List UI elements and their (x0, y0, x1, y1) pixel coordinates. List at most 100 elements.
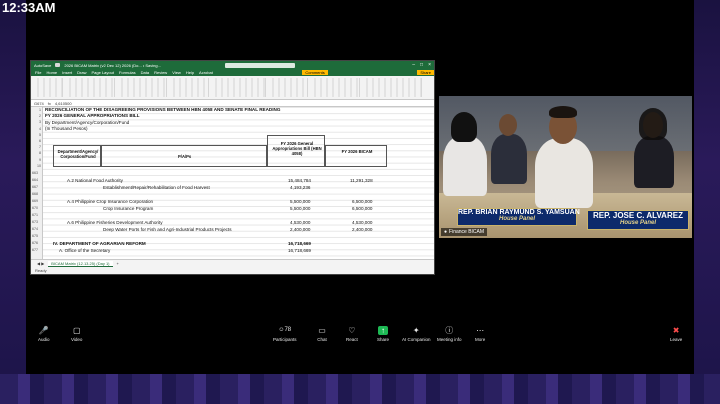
video-label-text: Finance BICAM (449, 229, 485, 235)
table-row[interactable]: 675 (31, 234, 434, 241)
ribbon-group-clipboard[interactable] (33, 78, 63, 97)
audio-button[interactable]: 🎤 Audio (38, 326, 50, 342)
row-number: 670 (32, 206, 38, 210)
shared-excel-window: AutoSave 2026 BICAM Matrix (v2 Dec 12) 2… (30, 60, 435, 275)
cell-gab: 16,718,669 (288, 248, 311, 253)
cell-gab: 16,718,669 (288, 241, 311, 246)
cell-pap: Crop Insurance Program (103, 206, 154, 211)
table-row[interactable]: 667 Establishment/Repair/Rehabilitation … (31, 185, 434, 192)
ribbon-group-cells[interactable] (268, 78, 308, 97)
formula-bar: G674 fx 4,610500 (31, 100, 434, 107)
header-cell-dept: Department/Agency/ Corporation/Fund (53, 145, 101, 167)
table-row[interactable]: 676 IV. DEPARTMENT OF AGRARIAN REFORM 16… (31, 241, 434, 248)
table-row[interactable]: 674 Deep Water Ports for Fish and Agri-I… (31, 227, 434, 234)
row-number: 674 (32, 227, 38, 231)
menu-draw[interactable]: Draw (77, 70, 86, 75)
ai-companion-label: AI Companion (402, 337, 431, 342)
menu-insert[interactable]: Insert (62, 70, 72, 75)
menu-file[interactable]: File (35, 70, 41, 75)
menu-home[interactable]: Home (46, 70, 57, 75)
menu-page-layout[interactable]: Page Layout (91, 70, 113, 75)
sparkle-icon: ✦ (412, 326, 420, 335)
more-button[interactable]: ⋯ More (475, 326, 485, 342)
nameplate-name: REP. JOSE C. ALVAREZ (593, 211, 683, 220)
menu-review[interactable]: Review (154, 70, 167, 75)
chat-icon: ▭ (318, 326, 326, 335)
background-right-decor (694, 0, 720, 404)
video-button[interactable]: ▢ Video (71, 326, 82, 342)
mic-muted-icon: ● (444, 229, 448, 235)
participant-video[interactable]: REP. BRIAN RAYMUND S. YAMSUAN House Pane… (439, 96, 692, 238)
share-label: Share (377, 337, 390, 342)
tab-nav-icon[interactable]: ◀ ▶ (37, 261, 44, 266)
cell-dept: A.2 National Food Authority (67, 178, 123, 183)
leave-button[interactable]: ✖ Leave (670, 326, 682, 342)
ribbon-group-styles[interactable] (211, 78, 266, 97)
cell-gab: 5,500,000 (290, 199, 311, 204)
share-button[interactable]: Share (417, 70, 434, 75)
share-screen-button[interactable]: ↑ Share (377, 326, 389, 342)
cell-bicam: 4,530,000 (352, 220, 373, 225)
data-rows: 663 664 A.2 National Food Authority 15,4… (31, 171, 434, 255)
participant-speaker (535, 138, 593, 208)
ribbon-group-adobe[interactable] (362, 78, 422, 97)
name-box[interactable]: G674 (34, 101, 44, 106)
react-button[interactable]: ♡ React (346, 326, 358, 342)
status-text: Ready (35, 268, 47, 273)
clock-overlay: 12:33AM (2, 0, 56, 15)
maximize-icon[interactable]: □ (420, 62, 423, 68)
chat-button[interactable]: ▭ Chat (317, 326, 327, 342)
cell-dept: A. Office of the Secretary (59, 248, 111, 253)
excel-ribbon (31, 76, 434, 100)
table-row[interactable]: 664 A.2 National Food Authority 15,484,7… (31, 178, 434, 185)
share-icon: ↑ (378, 326, 388, 335)
row-number: 667 (32, 185, 38, 189)
add-sheet-icon[interactable]: + (117, 261, 119, 266)
table-row[interactable]: 671 (31, 213, 434, 220)
sheet-heading-3: By Department/Agency/Corporation/Fund (45, 120, 130, 125)
autosave-toggle[interactable] (55, 63, 61, 67)
formula-input[interactable]: 4,610500 (55, 101, 72, 106)
participant-back-1-head (499, 114, 517, 136)
table-row[interactable]: 673 A.6 Philippine Fisheries Development… (31, 220, 434, 227)
table-row[interactable]: 677 A. Office of the Secretary 16,718,66… (31, 248, 434, 255)
ai-companion-button[interactable]: ✦ AI Companion (402, 326, 431, 342)
table-row[interactable]: 668 (31, 192, 434, 199)
ribbon-group-alignment[interactable] (117, 78, 167, 97)
video-name-label: ● Finance BICAM (441, 228, 488, 236)
spreadsheet-grid[interactable]: 1 2 3 4 5 6 7 8 9 10 RECONCILIATION OF T… (31, 107, 434, 259)
excel-title-bar: AutoSave 2026 BICAM Matrix (v2 Dec 12) 2… (31, 61, 434, 69)
comments-button[interactable]: Comments (302, 70, 328, 75)
participants-label: Participants (273, 337, 297, 342)
table-row[interactable]: 663 (31, 171, 434, 178)
sheet-tab-active[interactable]: BICAM Matrix (12.13.25) (Day 1) (48, 260, 113, 267)
menu-help[interactable]: Help (186, 70, 194, 75)
table-row[interactable]: 670 Crop Insurance Program 5,500,000 6,5… (31, 206, 434, 213)
table-row[interactable]: 669 A.4 Philippine Crop Insurance Corpor… (31, 199, 434, 206)
row-number: 671 (32, 213, 38, 217)
ribbon-group-font[interactable] (65, 78, 115, 97)
video-label: Video (71, 337, 83, 342)
participants-count: 78 (284, 327, 292, 333)
minimize-icon[interactable]: – (412, 62, 415, 68)
close-icon[interactable]: × (428, 62, 431, 68)
meeting-info-button[interactable]: ⓘ Meeting info (437, 326, 462, 342)
cell-dept: A.6 Philippine Fisheries Development Aut… (67, 220, 163, 225)
menu-acrobat[interactable]: Acrobat (199, 70, 213, 75)
nameplate-panel: House Panel (619, 220, 656, 226)
autosave-label: AutoSave (34, 62, 52, 68)
meeting-info-label: Meeting info (437, 337, 462, 342)
menu-formulas[interactable]: Formulas (119, 70, 136, 75)
row-number: 673 (32, 220, 38, 224)
cell-dept: A.4 Philippine Crop Insurance Corporatio… (67, 199, 154, 204)
menu-view[interactable]: View (172, 70, 181, 75)
menu-data[interactable]: Data (141, 70, 149, 75)
header-cell-bicam: FY 2026 BICAM (325, 145, 387, 167)
ribbon-group-editing[interactable] (310, 78, 360, 97)
background-left-decor (0, 0, 26, 404)
col-header-paps: P/A/Ps (178, 154, 192, 159)
participants-button[interactable]: ☺ 78 Participants (273, 326, 297, 342)
ribbon-group-number[interactable] (169, 78, 209, 97)
search-box[interactable] (224, 62, 295, 68)
row-number: 668 (32, 192, 38, 196)
